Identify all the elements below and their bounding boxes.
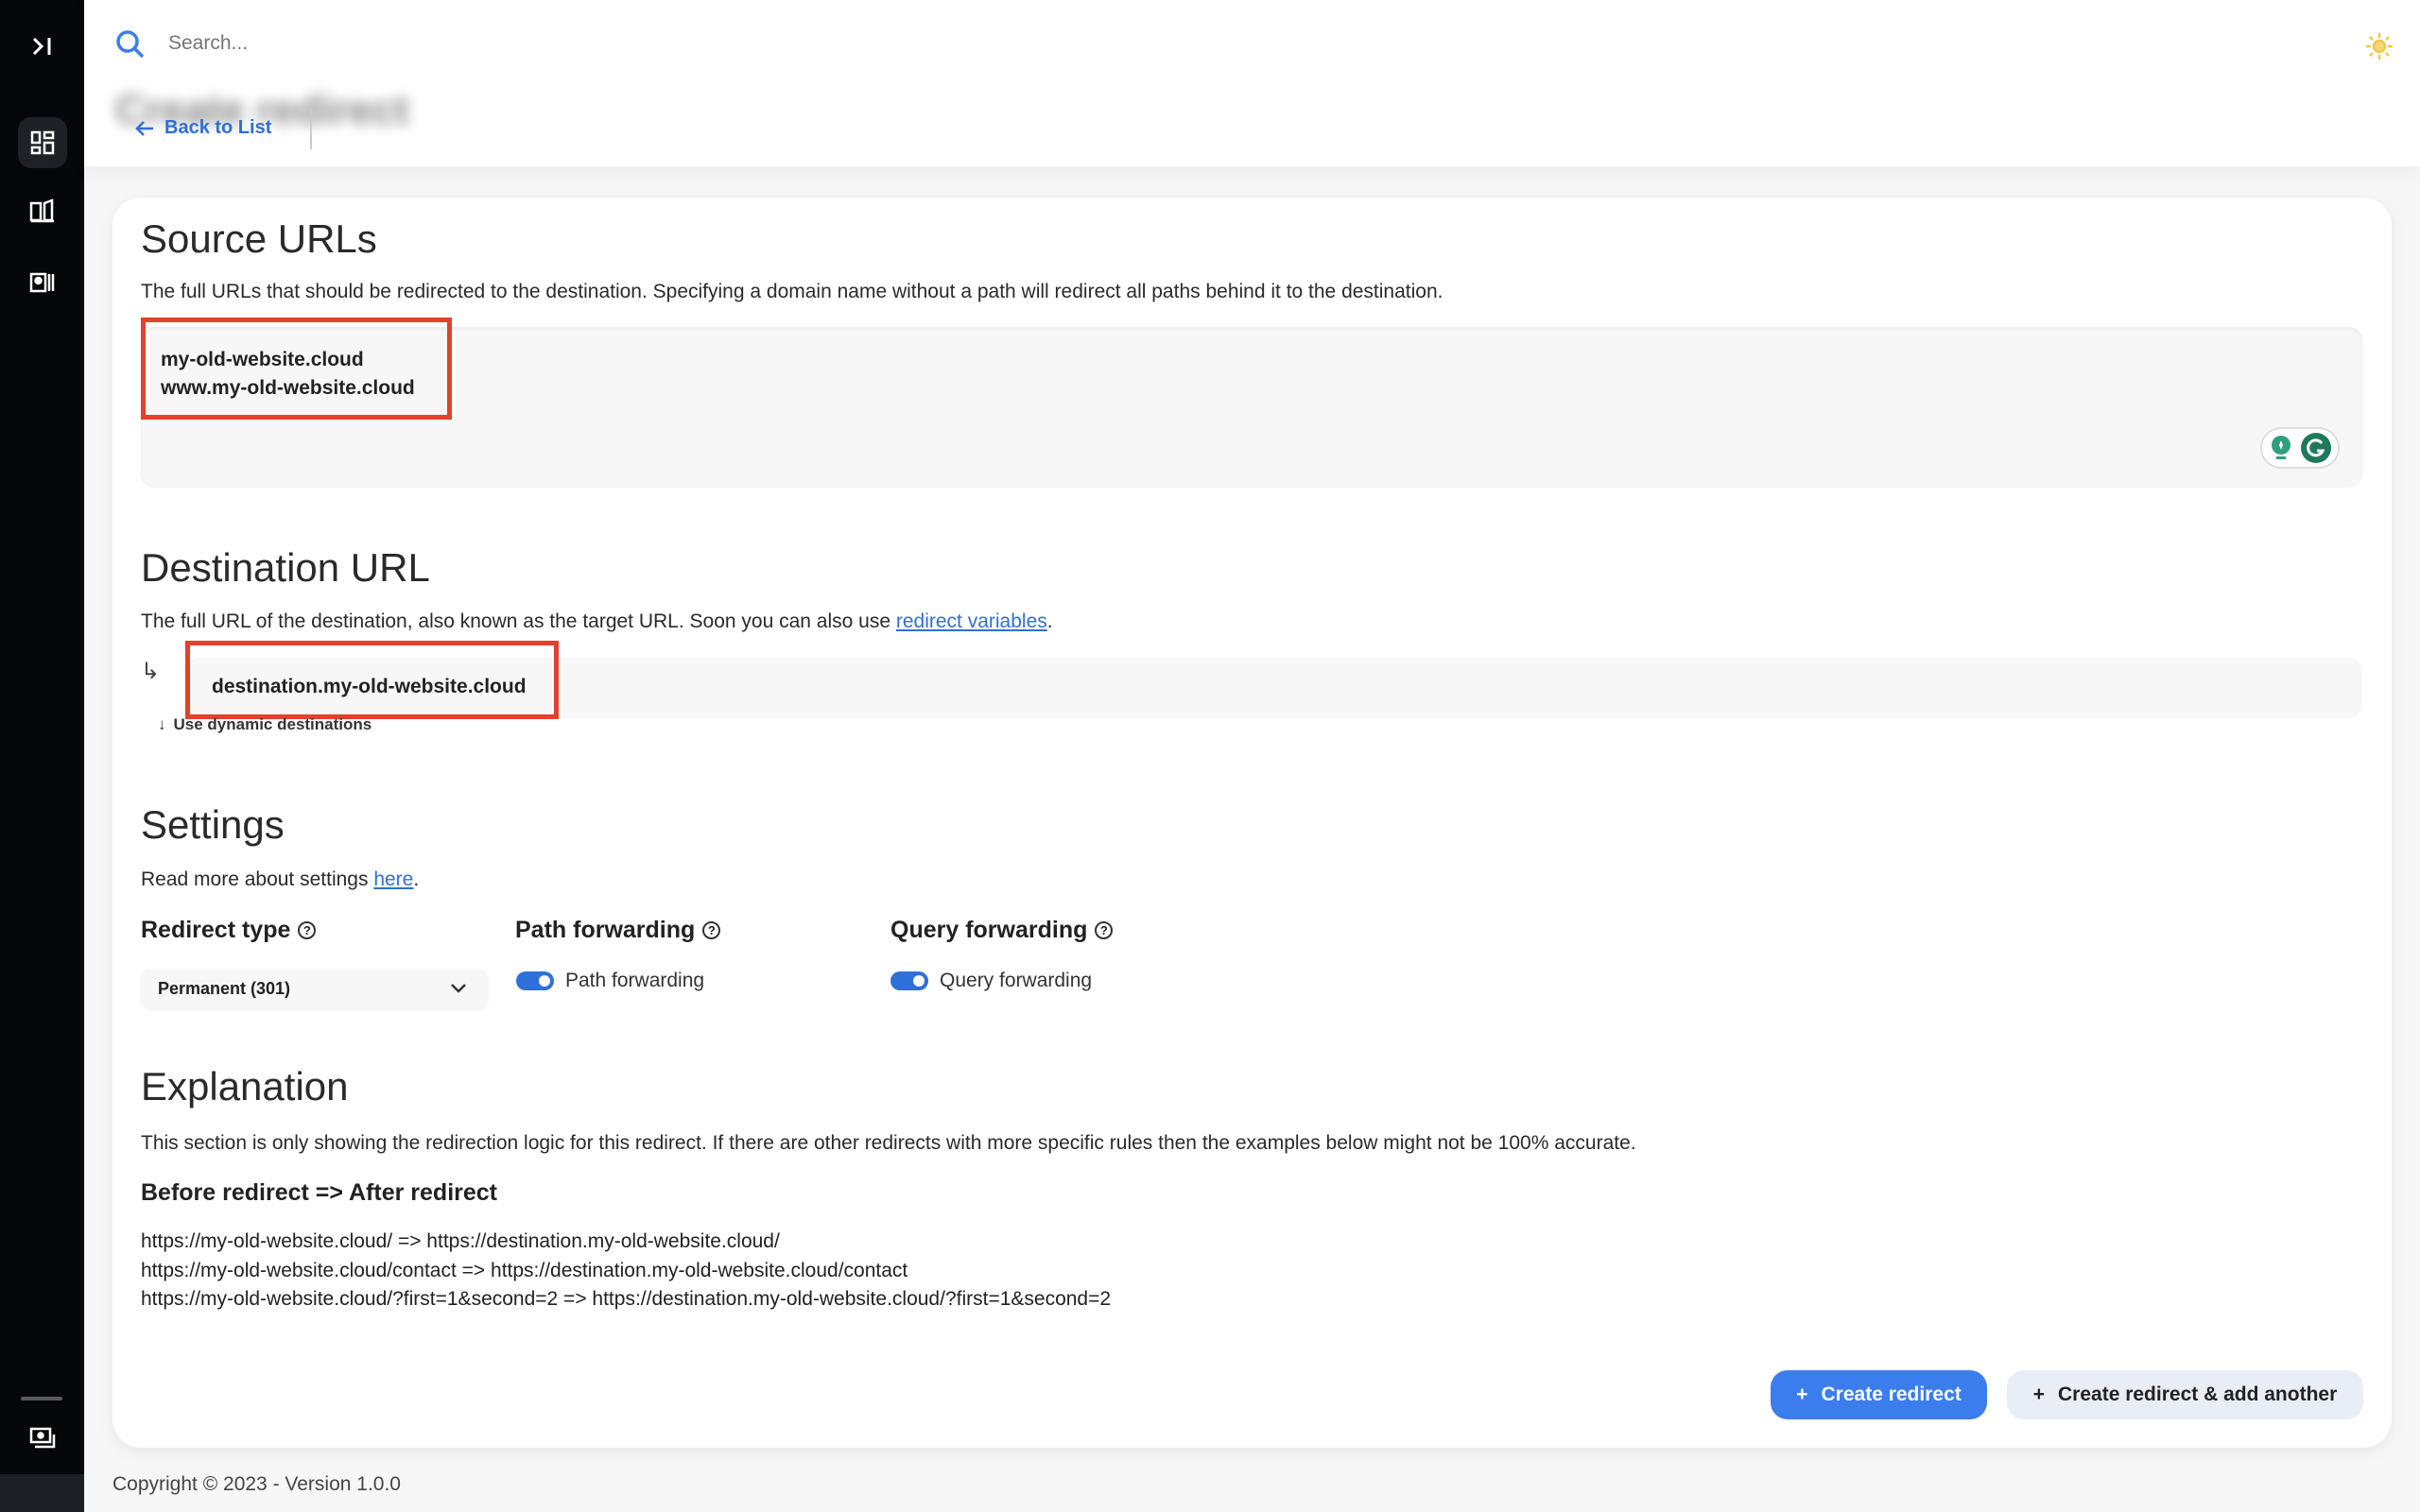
grammarly-icon (2301, 433, 2331, 463)
path-forwarding-label: Path forwarding? (515, 917, 721, 944)
header: Create redirect Back to List (84, 0, 2420, 166)
example-row: https://my-old-website.cloud/ => https:/… (141, 1230, 780, 1252)
redirect-arrow-icon: ↳ (141, 659, 161, 684)
search-icon (114, 28, 147, 65)
plus-icon: + (1796, 1383, 1808, 1405)
plus-icon: + (2032, 1383, 2045, 1405)
footer-copyright: Copyright © 2023 - Version 1.0.0 (112, 1473, 401, 1495)
settings-title: Settings (141, 802, 285, 847)
sidebar (0, 0, 84, 1512)
chevron-down-icon (451, 984, 466, 993)
create-redirect-add-another-button[interactable]: + Create redirect & add another (2007, 1370, 2363, 1419)
sidebar-divider (21, 1397, 62, 1400)
create-redirect-form: Source URLs The full URLs that should be… (112, 198, 2392, 1448)
destination-title: Destination URL (141, 545, 430, 590)
highlight-box (141, 318, 452, 420)
path-forwarding-toggle[interactable]: Path forwarding (516, 970, 704, 992)
source-description: The full URLs that should be redirected … (141, 281, 1443, 302)
redirect-variables-link[interactable]: redirect variables (896, 610, 1047, 632)
help-icon[interactable]: ? (702, 921, 721, 939)
redirect-type-label: Redirect type? (141, 917, 317, 944)
arrow-down-icon: ↓ (158, 715, 166, 733)
toggle-switch[interactable] (890, 971, 928, 990)
divider (310, 108, 312, 149)
explanation-subtitle: Before redirect => After redirect (141, 1179, 498, 1206)
example-row: https://my-old-website.cloud/contact => … (141, 1260, 908, 1281)
query-forwarding-label: Query forwarding? (890, 917, 1114, 944)
book-icon[interactable] (21, 189, 64, 232)
destination-description: The full URL of the destination, also kn… (141, 610, 1053, 632)
contacts-icon[interactable] (21, 261, 64, 304)
sun-icon[interactable] (2365, 32, 2394, 65)
help-icon[interactable]: ? (298, 921, 317, 939)
expand-sidebar-icon[interactable] (21, 25, 64, 68)
explanation-description: This section is only showing the redirec… (141, 1132, 1636, 1154)
toggle-switch[interactable] (516, 971, 554, 990)
back-label: Back to List (164, 117, 272, 138)
redirect-type-select[interactable]: Permanent (301) (141, 969, 488, 1008)
source-title: Source URLs (141, 216, 377, 261)
settings-here-link[interactable]: here (373, 868, 413, 890)
back-to-list-link[interactable]: Back to List (134, 117, 271, 139)
source-urls-textarea[interactable]: my-old-website.cloud www.my-old-website.… (141, 327, 2362, 488)
sidebar-footer (0, 1474, 84, 1512)
explanation-title: Explanation (141, 1064, 349, 1108)
use-dynamic-destinations-link[interactable]: ↓ Use dynamic destinations (158, 715, 372, 734)
settings-description: Read more about settings here. (141, 868, 420, 890)
grammarly-widget[interactable] (2260, 427, 2340, 469)
billing-icon[interactable] (21, 1417, 64, 1460)
query-forwarding-toggle[interactable]: Query forwarding (890, 970, 1092, 992)
search-input[interactable] (168, 32, 735, 55)
highlight-box (185, 641, 559, 719)
lightbulb-icon (2272, 436, 2290, 459)
help-icon[interactable]: ? (1095, 921, 1114, 939)
arrow-left-icon (135, 120, 153, 136)
create-redirect-button[interactable]: + Create redirect (1771, 1370, 1987, 1419)
dashboard-icon[interactable] (18, 117, 67, 168)
example-row: https://my-old-website.cloud/?first=1&se… (141, 1288, 1112, 1310)
